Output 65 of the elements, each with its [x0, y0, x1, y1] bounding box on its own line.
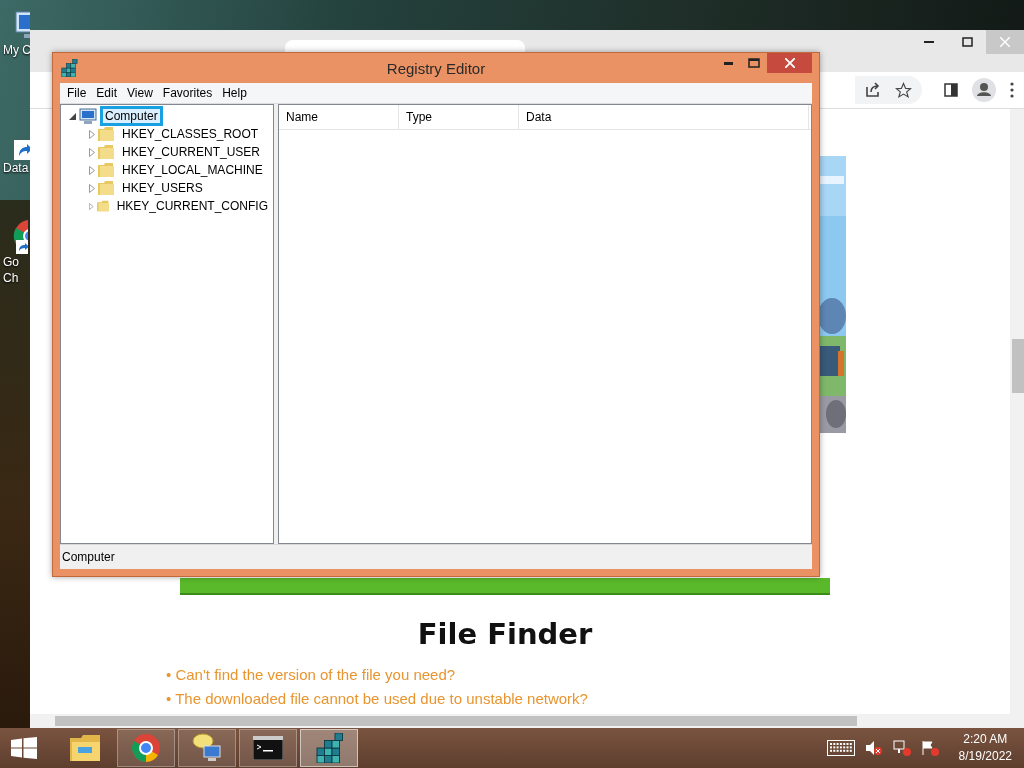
collapsed-arrow-icon[interactable]: [89, 147, 95, 157]
folder-icon: [98, 181, 114, 195]
horizontal-scrollbar[interactable]: [30, 714, 1010, 728]
clock-date: 8/19/2022: [958, 748, 1012, 765]
clock[interactable]: 2:20 AM 8/19/2022: [958, 731, 1012, 765]
address-bar[interactable]: [855, 76, 922, 104]
menu-item[interactable]: Favorites: [157, 86, 218, 100]
tree-item[interactable]: Computer: [100, 106, 163, 126]
close-icon: [1000, 37, 1010, 47]
close-icon: [784, 58, 795, 68]
registry-icon: [60, 59, 78, 77]
computer-icon: [79, 108, 97, 124]
registry-icon: [314, 733, 344, 763]
folder-icon: [98, 127, 114, 141]
taskbar-app[interactable]: [300, 729, 358, 767]
status-bar: Computer: [60, 544, 812, 569]
menu-item[interactable]: Help: [217, 86, 252, 100]
menu-item[interactable]: Edit: [91, 86, 123, 100]
menu-item[interactable]: View: [122, 86, 158, 100]
folder-icon: [69, 734, 101, 762]
icon-label: Data: [2, 160, 29, 176]
taskbar-app[interactable]: [178, 729, 236, 767]
maximize-icon: [748, 58, 760, 68]
folder-icon: [96, 199, 109, 213]
column-header[interactable]: Data: [519, 105, 809, 129]
icon-label: Ch: [2, 270, 19, 286]
tree-item[interactable]: HKEY_CURRENT_CONFIG: [111, 196, 273, 216]
collapsed-arrow-icon[interactable]: [89, 129, 95, 139]
tree-item[interactable]: HKEY_USERS: [117, 178, 208, 198]
folder-icon: [98, 163, 114, 177]
keyboard-icon[interactable]: [826, 740, 855, 756]
side-panel-icon[interactable]: [944, 83, 958, 97]
menu-icon[interactable]: [1010, 82, 1014, 98]
column-header[interactable]: Type: [399, 105, 519, 129]
window-title: Registry Editor: [386, 60, 486, 77]
icon-label: Go: [2, 254, 19, 270]
star-icon[interactable]: [895, 81, 912, 99]
flag-icon[interactable]: [920, 740, 939, 756]
taskbar-app[interactable]: [239, 729, 297, 767]
close-button[interactable]: [767, 53, 812, 73]
section-heading: File Finder: [416, 617, 594, 651]
column-header[interactable]: Name: [279, 105, 399, 129]
maximize-icon: [961, 37, 973, 47]
collapsed-arrow-icon[interactable]: [89, 165, 95, 175]
collapsed-arrow-icon[interactable]: [89, 183, 95, 193]
taskbar-app[interactable]: [117, 729, 175, 767]
console-icon: [253, 736, 283, 760]
menu-item[interactable]: File: [62, 86, 92, 100]
minimize-icon: [924, 41, 934, 43]
tree-item[interactable]: HKEY_CLASSES_ROOT: [117, 124, 264, 144]
profile-icon[interactable]: [972, 78, 996, 102]
minimize-icon: [723, 61, 733, 65]
icon-label: My C: [2, 42, 31, 58]
network-icon[interactable]: [892, 740, 911, 756]
folder-icon: [98, 145, 114, 159]
share-icon[interactable]: [865, 82, 881, 98]
tree-item[interactable]: HKEY_LOCAL_MACHINE: [117, 160, 268, 180]
chrome-icon: [131, 733, 161, 763]
vertical-scrollbar[interactable]: [1010, 109, 1024, 728]
muted-speaker-icon[interactable]: [864, 740, 883, 756]
tree-item[interactable]: HKEY_CURRENT_USER: [117, 142, 266, 162]
expanded-arrow-icon[interactable]: [69, 112, 76, 120]
windows-logo-icon: [11, 737, 37, 759]
clock-time: 2:20 AM: [963, 731, 1008, 748]
chat-monitor-icon: [192, 733, 222, 763]
